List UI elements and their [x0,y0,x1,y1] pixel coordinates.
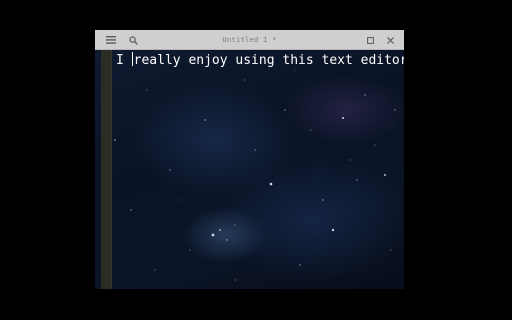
title-bar: Untitled 1 * [95,30,404,50]
stars-layer [114,69,396,281]
starfield-background [95,50,404,289]
maximize-icon [366,36,374,44]
text-cursor [131,52,133,66]
window-title: Untitled 1 * [222,36,277,44]
editor-window: Untitled 1 * I really enjoy using this t… [95,30,404,289]
text-editor-area[interactable]: I really enjoy using this text editor [116,52,404,69]
text-after-cursor: really enjoy using this text editor [133,53,404,68]
text-before-cursor: I [116,53,132,68]
close-icon [386,36,394,44]
line-number-gutter [101,50,112,289]
close-button[interactable] [380,30,400,50]
maximize-button[interactable] [360,30,380,50]
